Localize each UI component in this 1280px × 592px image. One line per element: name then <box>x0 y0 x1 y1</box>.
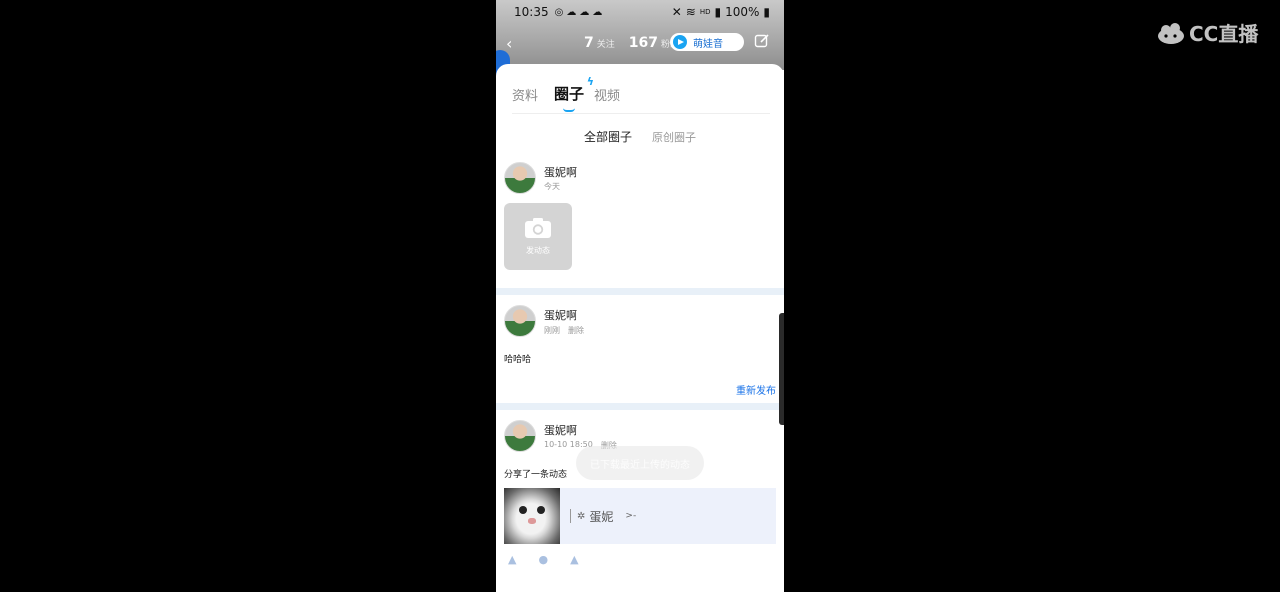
battery-label: 100% <box>725 5 760 19</box>
tab-bar: 资料 圈子 ϟ 视频 <box>512 75 636 112</box>
circle-icon: ✲ <box>577 510 586 522</box>
post-action-bar: ▲ ● ▲ <box>508 553 579 566</box>
shared-post-arrow: >- <box>625 511 637 521</box>
tab-video[interactable]: 视频 <box>594 85 620 104</box>
post-username[interactable]: 蛋妮啊 <box>544 307 577 323</box>
subtab-bar: 全部圈子 原创圈子 <box>496 128 784 145</box>
signal-icon: ▮ <box>714 5 722 19</box>
battery-icon: ▮ <box>763 5 770 19</box>
post-text: 分享了一条动态 <box>504 470 568 480</box>
cloud-logo-icon <box>1158 22 1184 44</box>
edit-icon[interactable] <box>754 33 770 49</box>
active-tab-indicator <box>563 108 576 112</box>
post-separator <box>496 288 784 295</box>
status-time: 10:35 <box>514 5 549 19</box>
shared-post-name: 蛋妮 <box>589 509 614 524</box>
post-time: 刚刚 <box>544 326 560 335</box>
toast-message: 已下载最近上传的动态 <box>576 446 704 480</box>
post-separator <box>496 403 784 410</box>
lightning-icon: ϟ <box>586 75 595 88</box>
tab-circle-label: 圈子 <box>554 85 585 103</box>
shared-post-card[interactable]: ✲ 蛋妮 >- <box>504 488 776 544</box>
subtab-all[interactable]: 全部圈子 <box>584 128 632 145</box>
status-bar: 10:35 ◎ ☁ ☁ ☁ ✕ ≋ HD ▮ 100% ▮ <box>496 3 784 21</box>
back-chevron-icon[interactable]: ‹ <box>506 34 512 53</box>
screen: CC直播 10:35 ◎ ☁ ☁ ☁ ✕ ≋ HD ▮ 100% ▮ ‹ 7 关… <box>0 0 1280 592</box>
watermark-label: CC直播 <box>1189 22 1259 46</box>
sync-icon: ◎ <box>554 6 564 18</box>
shared-post-source: ✲ 蛋妮 >- <box>577 508 636 525</box>
post-username[interactable]: 蛋妮啊 <box>544 164 577 180</box>
profile-stats: 7关注 167粉丝 <box>584 35 679 51</box>
voice-label: 萌娃音 <box>693 38 723 50</box>
avatar[interactable] <box>504 162 536 194</box>
post-text: 哈哈哈 <box>504 355 532 365</box>
mute-icon: ✕ <box>671 5 682 19</box>
post-meta: 刚刚 删除 <box>544 325 584 336</box>
tab-circle[interactable]: 圈子 ϟ <box>554 75 594 112</box>
voice-pill-button[interactable]: 萌娃音 <box>670 33 744 51</box>
tab-profile[interactable]: 资料 <box>512 85 538 104</box>
like-icon[interactable]: ▲ <box>570 553 578 566</box>
post-username[interactable]: 蛋妮啊 <box>544 422 577 438</box>
phone-screen: 10:35 ◎ ☁ ☁ ☁ ✕ ≋ HD ▮ 100% ▮ ‹ 7关注 167粉… <box>496 0 784 592</box>
follow-stat[interactable]: 7 关注 <box>584 35 615 51</box>
share-divider <box>570 509 571 523</box>
status-notification-icons: ◎ ☁ ☁ ☁ <box>555 7 603 18</box>
cc-live-watermark: CC直播 <box>1157 18 1258 47</box>
cat-nose <box>528 518 536 524</box>
avatar[interactable] <box>504 305 536 337</box>
cat-eye-left <box>519 506 527 514</box>
subtab-original[interactable]: 原创圈子 <box>652 128 696 145</box>
play-icon <box>673 35 687 49</box>
post-meta: 今天 <box>544 181 560 192</box>
weather-icon-3: ☁ <box>592 6 603 18</box>
profile-sheet: 资料 圈子 ϟ 视频 全部圈子 原创圈子 蛋妮啊 今天 发动态 蛋妮啊 刚刚 删… <box>496 64 784 592</box>
wifi-icon: ≋ <box>685 5 696 19</box>
share-icon[interactable]: ▲ <box>508 553 516 566</box>
cat-eye-right <box>537 506 545 514</box>
post-time: 今天 <box>544 182 560 191</box>
comment-icon[interactable]: ● <box>538 553 548 566</box>
compose-label: 发动态 <box>526 246 550 255</box>
tabs-divider <box>512 113 770 114</box>
camera-icon <box>525 218 551 238</box>
weather-icon: ☁ <box>566 6 577 18</box>
shared-post-thumbnail <box>504 488 560 544</box>
delete-link[interactable]: 删除 <box>568 325 584 336</box>
side-panel-handle[interactable] <box>779 313 784 425</box>
network-label: HD <box>699 8 711 16</box>
repost-button[interactable]: 重新发布 <box>736 382 776 397</box>
compose-post-button[interactable]: 发动态 <box>504 203 572 270</box>
status-right: ✕ ≋ HD ▮ 100% ▮ <box>672 5 770 19</box>
top-bar: ‹ 7关注 167粉丝 萌娃音 <box>496 28 784 78</box>
avatar[interactable] <box>504 420 536 452</box>
weather-icon-2: ☁ <box>579 6 590 18</box>
